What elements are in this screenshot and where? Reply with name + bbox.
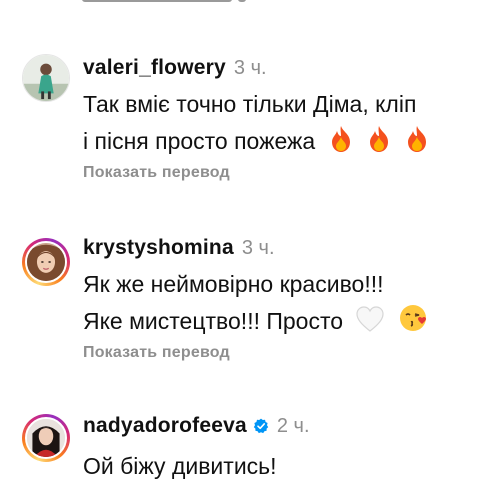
timestamp: 2 ч. (276, 415, 310, 437)
fragment-bar (82, 0, 232, 2)
fire-icon (328, 125, 354, 153)
comment-text-content: Яке мистецтво!!! Просто (83, 308, 344, 334)
previous-translate-link-fragment[interactable] (82, 0, 252, 6)
comment-text-line-2: Яке мистецтво!!! Просто (83, 303, 488, 340)
white-heart-icon (355, 305, 385, 333)
show-translation-link[interactable]: Показать перевод (83, 164, 230, 182)
fire-icon (404, 125, 430, 153)
kissing-face-icon (398, 303, 428, 333)
comment-text: Ой біжу дивитись! (83, 448, 488, 485)
comment-text: Як же неймовірно красиво!!! Яке мистецтв… (83, 266, 488, 340)
comment-meta: valeri_flowery 3 ч. (83, 56, 267, 80)
avatar-story-ring[interactable] (22, 238, 70, 286)
username[interactable]: nadyadorofeeva (83, 414, 247, 438)
timestamp: 3 ч. (233, 57, 267, 79)
verified-badge-icon (253, 418, 269, 434)
comment-text-line-2: і пісня просто пожежа (83, 123, 488, 160)
comment-meta: krystyshomina 3 ч. (83, 236, 275, 260)
username[interactable]: valeri_flowery (83, 56, 226, 80)
comment-text-line: Ой біжу дивитись! (83, 453, 277, 479)
comment-text-line: Так вміє точно тільки Діма, кліп (83, 91, 417, 117)
comment-text-content: і пісня просто пожежа (83, 128, 316, 154)
avatar[interactable] (22, 54, 70, 102)
comment-text: Так вміє точно тільки Діма, кліп і пісня… (83, 86, 488, 160)
fragment-dot (238, 0, 246, 2)
avatar (25, 417, 67, 459)
comment-text-line: Як же неймовірно красиво!!! (83, 271, 384, 297)
avatar (25, 241, 67, 283)
show-translation-link[interactable]: Показать перевод (83, 344, 230, 362)
avatar-story-ring[interactable] (22, 414, 70, 462)
timestamp: 3 ч. (241, 237, 275, 259)
username[interactable]: krystyshomina (83, 236, 234, 260)
fire-icon (366, 125, 392, 153)
comment-meta: nadyadorofeeva 2 ч. (83, 414, 310, 438)
